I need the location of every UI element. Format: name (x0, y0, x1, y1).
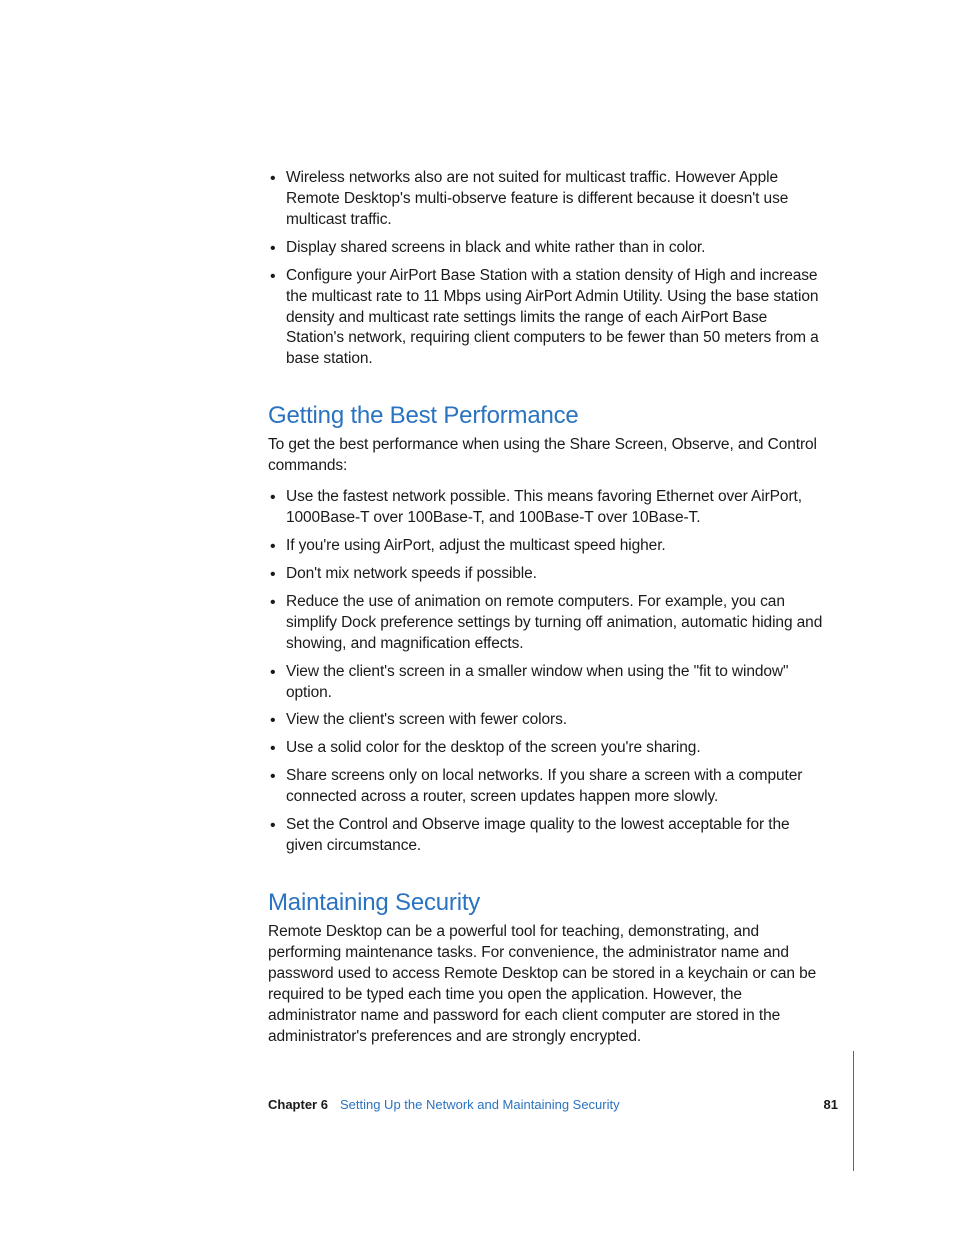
list-item: If you're using AirPort, adjust the mult… (268, 536, 828, 557)
section-heading-performance: Getting the Best Performance (268, 402, 828, 430)
chapter-label: Chapter 6 (268, 1097, 328, 1112)
list-item: View the client's screen in a smaller wi… (268, 662, 828, 704)
page-footer: Chapter 6 Setting Up the Network and Mai… (268, 1097, 838, 1112)
footer-left: Chapter 6 Setting Up the Network and Mai… (268, 1097, 620, 1112)
top-bullet-list: Wireless networks also are not suited fo… (268, 168, 828, 370)
list-item: Set the Control and Observe image qualit… (268, 815, 828, 857)
list-item: View the client's screen with fewer colo… (268, 710, 828, 731)
list-item: Don't mix network speeds if possible. (268, 564, 828, 585)
section-heading-security: Maintaining Security (268, 889, 828, 917)
list-item: Display shared screens in black and whit… (268, 238, 828, 259)
list-item: Use a solid color for the desktop of the… (268, 738, 828, 759)
vertical-rule (853, 1051, 854, 1171)
list-item: Use the fastest network possible. This m… (268, 487, 828, 529)
list-item: Wireless networks also are not suited fo… (268, 168, 828, 231)
section-intro: To get the best performance when using t… (268, 435, 828, 477)
list-item: Configure your AirPort Base Station with… (268, 266, 828, 371)
section-intro: Remote Desktop can be a powerful tool fo… (268, 922, 828, 1048)
page-number: 81 (824, 1097, 838, 1112)
performance-bullet-list: Use the fastest network possible. This m… (268, 487, 828, 857)
page-content: Wireless networks also are not suited fo… (268, 168, 828, 1058)
list-item: Reduce the use of animation on remote co… (268, 592, 828, 655)
list-item: Share screens only on local networks. If… (268, 766, 828, 808)
chapter-title: Setting Up the Network and Maintaining S… (340, 1097, 620, 1112)
